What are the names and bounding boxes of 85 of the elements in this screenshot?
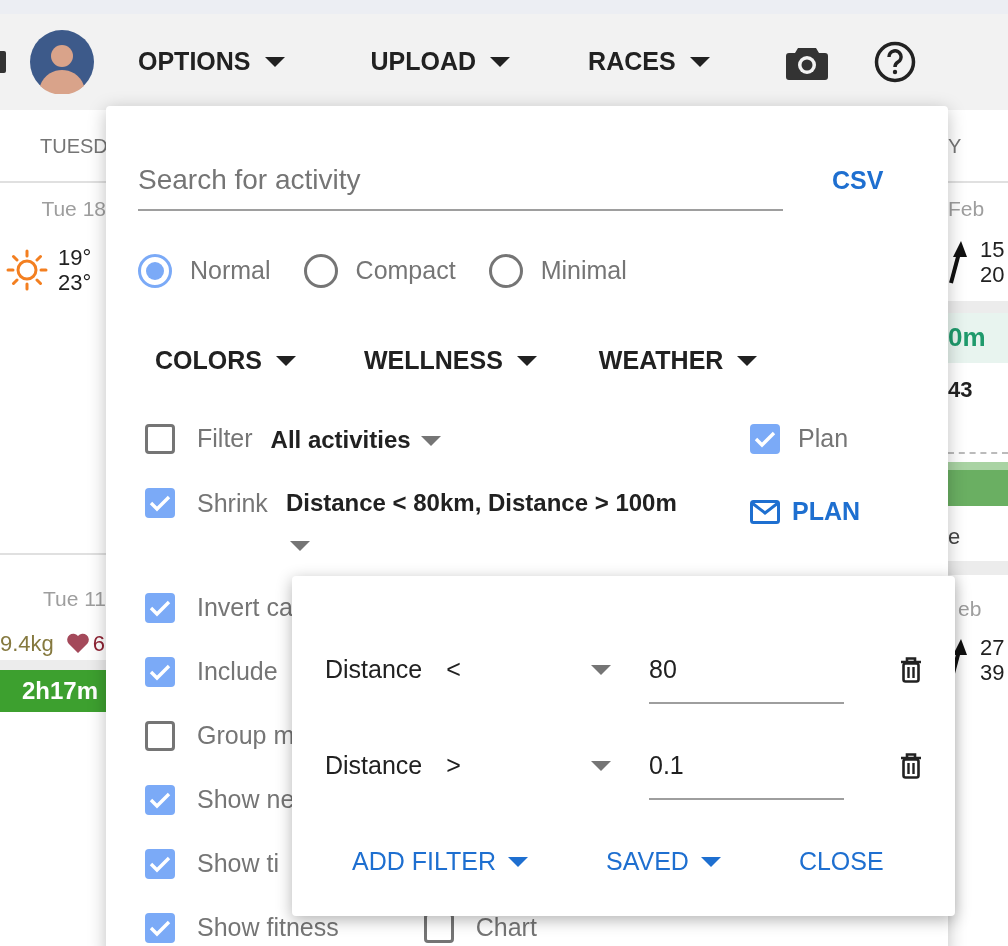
checkmark-icon xyxy=(149,855,171,873)
menu-button[interactable]: OPTIONS xyxy=(138,43,285,81)
popup-button[interactable]: ADD FILTER xyxy=(352,843,528,881)
checkbox[interactable] xyxy=(145,785,175,815)
option-label: Filter xyxy=(197,423,253,455)
activity-bar xyxy=(948,461,1008,506)
option-label: Plan xyxy=(798,423,849,455)
caret-icon xyxy=(264,57,285,67)
menu-button[interactable]: UPLOAD xyxy=(370,43,511,81)
caret-icon xyxy=(591,665,611,675)
heart-icon xyxy=(65,632,90,654)
option-label: Shrink xyxy=(197,488,268,519)
date-label: eb xyxy=(957,596,983,622)
checkmark-icon xyxy=(149,791,171,809)
caret-icon xyxy=(289,540,310,551)
trash-icon[interactable] xyxy=(900,657,922,683)
day-separator xyxy=(948,560,1008,575)
radio-option[interactable]: Normal xyxy=(138,252,271,290)
filter-dropdown[interactable]: Distance < 80km, Distance > 100m xyxy=(285,482,706,564)
day-header: Y xyxy=(948,133,962,159)
option-label: Include xyxy=(197,656,278,688)
activity-duration: 0m xyxy=(948,321,986,354)
checkmark-icon xyxy=(149,599,171,617)
popup-button[interactable]: SAVED xyxy=(606,843,721,881)
checkmark-icon xyxy=(149,494,171,512)
checkmark-icon xyxy=(149,663,171,681)
caret-icon xyxy=(421,436,442,447)
checkmark-icon xyxy=(149,919,171,937)
option-label: Show ne xyxy=(197,784,295,816)
radio-option[interactable]: Compact xyxy=(303,252,456,290)
checkmark-icon xyxy=(754,430,776,448)
option-label: Chart xyxy=(475,912,537,944)
weight-reading: 9.4kg xyxy=(0,629,54,658)
caret-icon xyxy=(591,761,611,771)
temperature: 23° xyxy=(58,269,92,295)
csv-button[interactable]: CSV xyxy=(832,161,884,200)
radio-option[interactable]: Minimal xyxy=(488,252,627,290)
caret-icon xyxy=(737,356,758,366)
avatar[interactable] xyxy=(30,30,94,94)
checkbox[interactable] xyxy=(145,488,175,518)
heart-rate: 6 xyxy=(92,629,106,658)
filter-dropdown[interactable]: All activities xyxy=(270,418,442,460)
day-header: TUESD xyxy=(40,133,108,159)
value-field[interactable]: 0.1 xyxy=(649,732,844,800)
sun-icon xyxy=(6,248,48,291)
dropdown-button[interactable]: COLORS xyxy=(155,342,296,380)
caret-icon xyxy=(275,356,296,366)
activity-duration: 2h17m xyxy=(22,675,99,706)
option-label: Show ti xyxy=(197,848,279,880)
value-field[interactable]: 80 xyxy=(649,636,844,704)
operator-dropdown[interactable]: < xyxy=(446,651,611,689)
checkbox[interactable] xyxy=(750,424,780,454)
note-text: e xyxy=(948,522,962,551)
checkbox[interactable] xyxy=(145,721,175,751)
trash-icon[interactable] xyxy=(900,753,922,779)
search-field[interactable]: Search for activity xyxy=(138,150,783,211)
date-label: Feb xyxy=(948,196,986,222)
caret-icon xyxy=(490,57,511,67)
help-icon[interactable] xyxy=(873,41,916,83)
stat-value: 43 xyxy=(948,375,974,404)
temperature: 20 xyxy=(980,261,1005,287)
popup-button[interactable]: CLOSE xyxy=(798,843,884,881)
date-label: Tue 18 xyxy=(40,196,106,222)
option-label: Invert ca xyxy=(197,592,293,624)
mail-icon xyxy=(750,499,780,524)
dropdown-button[interactable]: WELLNESS xyxy=(363,342,537,380)
checkbox[interactable] xyxy=(145,593,175,623)
plan-button[interactable]: PLAN xyxy=(750,493,861,531)
option-label: Show fitness xyxy=(197,912,339,944)
checkbox[interactable] xyxy=(145,913,175,943)
temperature: 19° xyxy=(58,244,92,270)
temperature: 15 xyxy=(980,236,1005,262)
checkbox[interactable] xyxy=(145,424,175,454)
menu-button[interactable]: RACES xyxy=(588,43,710,81)
checkbox[interactable] xyxy=(145,849,175,879)
dropdown-button[interactable]: WEATHER xyxy=(598,342,758,380)
date-label: Tue 11 xyxy=(41,586,106,612)
checkbox[interactable] xyxy=(145,657,175,687)
operator-dropdown[interactable]: > xyxy=(446,747,611,785)
temperature: 27 xyxy=(980,634,1005,660)
caret-icon xyxy=(516,356,537,366)
field-name: Distance xyxy=(325,654,423,686)
field-name: Distance xyxy=(325,750,423,782)
caret-icon xyxy=(689,57,710,67)
temperature: 39 xyxy=(980,659,1005,685)
